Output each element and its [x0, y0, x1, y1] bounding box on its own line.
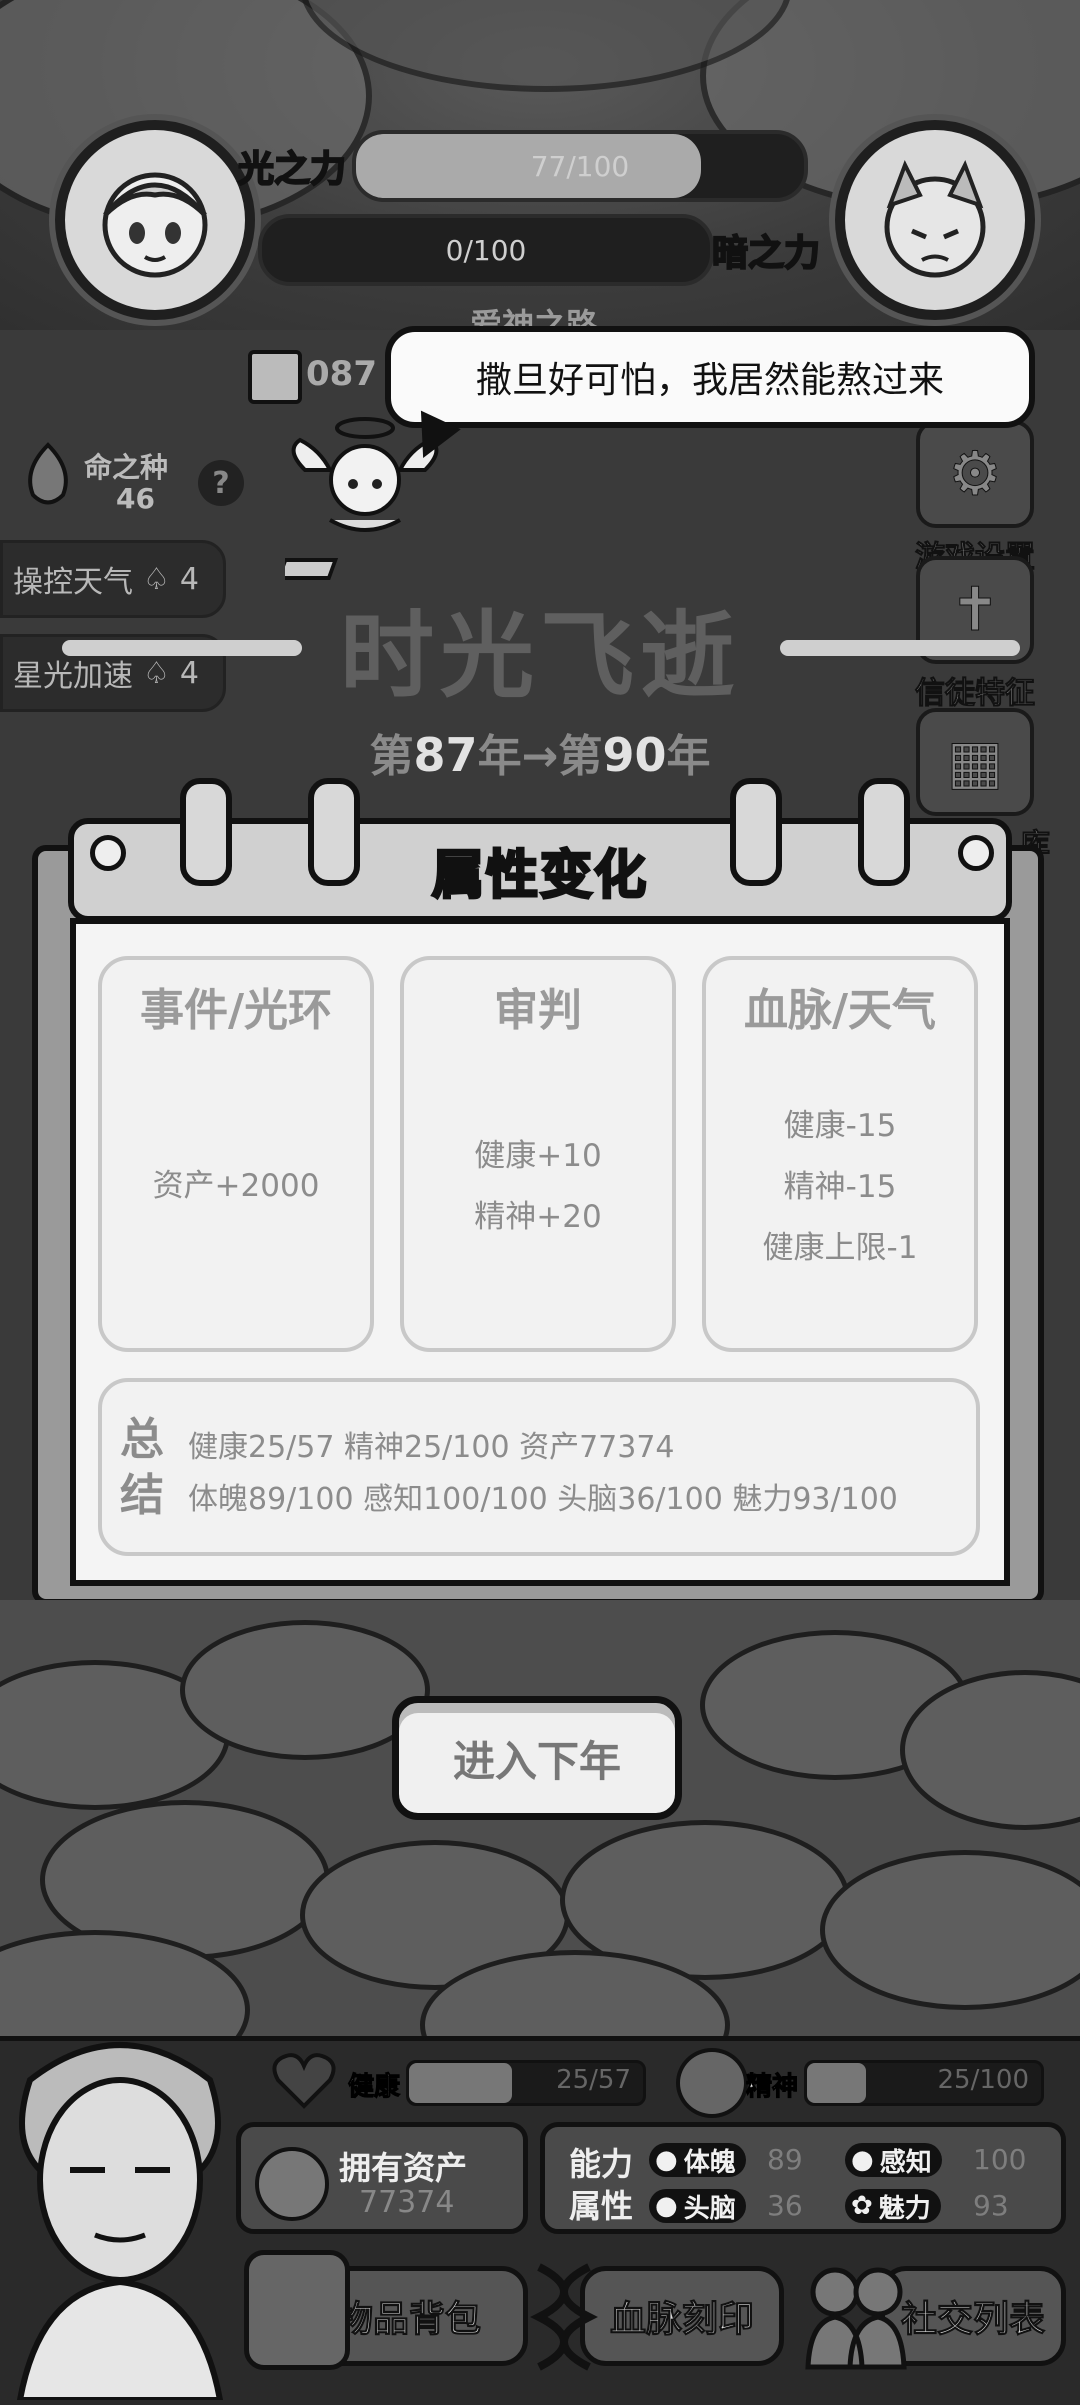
social-list-label: 社交列表 — [900, 2299, 1045, 2341]
physique-label: 体魄 — [683, 2147, 736, 2178]
card-line: 精神-15 — [783, 1169, 897, 1205]
brain-icon: ● — [655, 2191, 678, 2221]
physique-value: 89 — [767, 2143, 803, 2176]
card-lines: 资产+2000 — [102, 1160, 370, 1205]
cloud-floor — [0, 1600, 1080, 2040]
dark-power-value: 0/100 — [445, 233, 527, 267]
brain-icon — [676, 2048, 748, 2118]
card-lines: 健康+10 精神+20 — [404, 1130, 672, 1236]
binder-ring — [180, 778, 232, 886]
seed-icon — [18, 440, 78, 510]
physique-chip: ● 体魄 — [649, 2143, 746, 2178]
summary-label: 总结 — [120, 1414, 164, 1521]
card-title: 血脉/天气 — [743, 985, 937, 1036]
summary-row-1: 健康25/57 精神25/100 资产77374 — [188, 1430, 675, 1465]
time-flies-heading: 时光飞逝 — [339, 602, 740, 711]
intellect-label: 头脑 — [683, 2193, 736, 2224]
panel-title: 属性变化 — [430, 844, 648, 907]
bloodline-imprint-label: 血脉刻印 — [609, 2299, 754, 2341]
bloodline-weather-card: 血脉/天气 健康-15 精神-15 健康上限-1 — [702, 956, 978, 1352]
summary-box: 总结 健康25/57 精神25/100 资产77374 体魄89/100 感知1… — [98, 1378, 980, 1556]
spirit-value: 25/100 — [937, 2065, 1029, 2095]
light-power-value: 77/100 — [530, 149, 630, 183]
card-lines: 健康-15 精神-15 健康上限-1 — [706, 1100, 974, 1267]
charm-chip: ✿ 魅力 — [845, 2189, 941, 2224]
ability-panel[interactable]: 能力 属性 ● 体魄 89 ● 头脑 36 ● 感知 100 ✿ 魅力 93 — [540, 2122, 1066, 2234]
light-power-bar: 77/100 — [352, 130, 808, 202]
binder-ring — [308, 778, 360, 886]
attribute-label: 属性 — [569, 2187, 634, 2225]
screw-icon — [90, 835, 126, 871]
perception-value: 100 — [973, 2143, 1027, 2176]
binder-ring — [858, 778, 910, 886]
assets-label: 拥有资产 — [339, 2149, 468, 2187]
light-power-label: 光之力 — [237, 148, 347, 191]
eye-icon: ● — [851, 2145, 874, 2175]
bloodline-imprint-button[interactable]: 血脉刻印 — [580, 2266, 784, 2366]
health-label: 健康 — [347, 2072, 401, 2103]
speech-bubble: 撒旦好可怕，我居然能熬过来 — [385, 326, 1035, 428]
assets-panel[interactable]: 拥有资产 77374 — [236, 2122, 528, 2234]
year-transition: 第87年→第90年 — [0, 720, 1080, 784]
heart-icon — [272, 2052, 336, 2110]
event-aura-card: 事件/光环 资产+2000 — [98, 956, 374, 1352]
health-value: 25/57 — [556, 2065, 631, 2095]
dna-icon — [524, 2262, 604, 2372]
year-to: 90 — [602, 728, 667, 782]
charm-label: 魅力 — [878, 2193, 931, 2224]
assets-value: 77374 — [359, 2185, 455, 2220]
next-year-button[interactable]: 进入下年 — [392, 1696, 682, 1820]
card-line: 资产+2000 — [152, 1168, 320, 1204]
card-title: 事件/光环 — [139, 985, 333, 1036]
judgment-card: 审判 健康+10 精神+20 — [400, 956, 676, 1352]
health-bar: 25/57 — [406, 2060, 646, 2106]
spirit-label: 精神 — [745, 2072, 799, 2103]
year-from: 87 — [413, 728, 478, 782]
ability-label: 能力 — [569, 2145, 634, 2183]
card-line: 健康+10 — [474, 1138, 602, 1174]
dark-power-label: 暗之力 — [711, 232, 821, 275]
backpack-icon — [244, 2250, 350, 2370]
demon-portrait[interactable] — [835, 120, 1035, 320]
demon-face-icon — [884, 160, 986, 278]
date-partial: 087 — [306, 354, 377, 394]
coin-icon — [255, 2147, 329, 2221]
year-mid: 年→第 — [477, 731, 603, 782]
health-bar-fill — [409, 2063, 512, 2103]
card-line: 精神+20 — [474, 1199, 602, 1235]
gear-icon: ⚙ — [916, 420, 1034, 528]
year-suffix: 年 — [666, 731, 711, 782]
inventory-label: 物品背包 — [336, 2299, 481, 2341]
card-line: 健康上限-1 — [762, 1230, 918, 1266]
spirit-bar-fill — [807, 2063, 866, 2103]
angel-portrait[interactable] — [55, 120, 255, 320]
dark-power-bar: 0/100 — [258, 214, 714, 286]
question-icon[interactable]: ? — [198, 460, 244, 506]
calendar-icon — [248, 350, 302, 404]
year-prefix: 第 — [369, 731, 414, 782]
physique-icon: ● — [655, 2145, 678, 2175]
intellect-value: 36 — [767, 2189, 803, 2222]
angel-face-icon — [102, 172, 208, 278]
card-title: 审判 — [494, 985, 582, 1036]
summary-row-2: 体魄89/100 感知100/100 头脑36/100 魅力93/100 — [188, 1482, 898, 1517]
clover-icon: ✿ — [851, 2191, 873, 2221]
perception-chip: ● 感知 — [845, 2143, 942, 2178]
intellect-chip: ● 头脑 — [649, 2189, 746, 2224]
screw-icon — [958, 835, 994, 871]
perception-label: 感知 — [879, 2147, 932, 2178]
player-avatar[interactable] — [0, 2020, 240, 2403]
charm-value: 93 — [973, 2189, 1009, 2222]
binder-ring — [730, 778, 782, 886]
seed-count: 46 — [116, 482, 155, 515]
card-line: 健康-15 — [783, 1108, 897, 1144]
people-icon — [800, 2262, 910, 2372]
seed-label: 命之种 — [84, 451, 169, 484]
spirit-bar: 25/100 — [804, 2060, 1044, 2106]
game-settings-button[interactable]: ⚙ 游戏设置 — [900, 420, 1050, 576]
